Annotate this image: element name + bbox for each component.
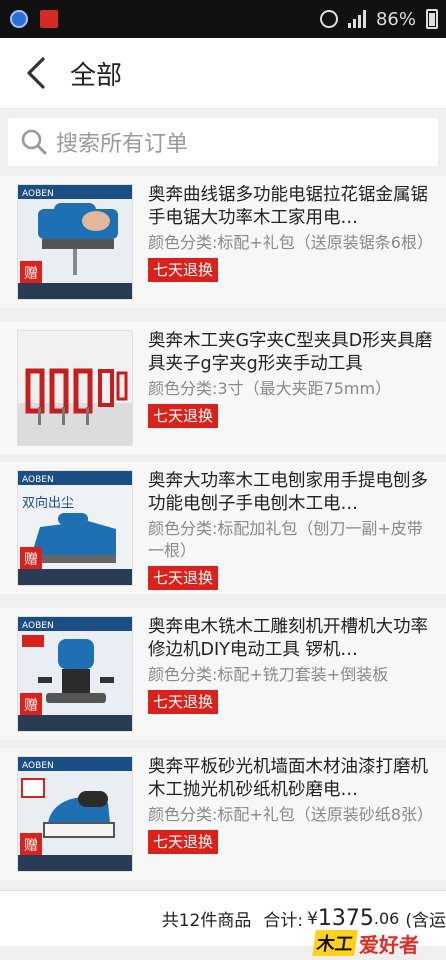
battery-icon	[426, 9, 438, 29]
item-title: 奥奔电木铣木工雕刻机开槽机大功率修边机DIY电动工具 锣机…	[148, 617, 428, 660]
order-item[interactable]: AOBEN 赠 奥奔曲线锯多功能电锯拉花锯金属锯手电锯大功率木工家用电… 颜色分…	[0, 176, 446, 308]
return-badge: 七天退换	[148, 258, 219, 282]
status-bar: 86%	[0, 0, 446, 38]
vpn-icon	[10, 10, 28, 28]
search-icon	[21, 129, 47, 155]
svg-text:赠: 赠	[24, 838, 38, 854]
alarm-icon	[319, 10, 338, 28]
search-placeholder: 搜索所有订单	[56, 132, 189, 157]
signal-icon	[347, 10, 366, 28]
item-spec: 颜色分类:标配+礼包（送原装砂纸8张）	[148, 805, 433, 824]
item-title: 奥奔曲线锯多功能电锯拉花锯金属锯手电锯大功率木工家用电…	[148, 185, 428, 228]
item-spec: 颜色分类:标配+礼包（送原装锯条6根）	[148, 233, 433, 252]
order-item[interactable]: AOBEN 赠 奥奔平板砂光机墙面木材油漆打磨机木工抛光机砂纸机砂磨电… 颜色分…	[0, 748, 446, 880]
watermark-logo: 木工 爱好者	[312, 926, 446, 960]
battery-percent: 86%	[375, 8, 416, 30]
gift-badge-text: 赠	[24, 266, 38, 282]
total-label: 合计:	[263, 911, 304, 931]
return-badge: 七天退换	[148, 566, 219, 590]
item-spec: 颜色分类:标配加礼包（刨刀一副+皮带一根）	[148, 519, 423, 560]
return-badge: 七天退换	[148, 404, 219, 428]
order-item[interactable]: AOBEN 双向出尘 赠 奥奔大功率木工电刨家用手提电刨多功能电刨子手电刨木工电…	[0, 462, 446, 594]
back-icon[interactable]	[14, 51, 58, 95]
product-image: AOBEN 赠	[17, 184, 133, 300]
search-input[interactable]: 搜索所有订单	[8, 118, 438, 166]
item-spec: 颜色分类:标配+铣刀套装+倒装板	[148, 665, 389, 684]
watermark-part2: 爱好者	[359, 932, 419, 957]
return-badge: 七天退换	[148, 690, 219, 714]
order-item[interactable]: AOBEN 赠 奥奔电木铣木工雕刻机开槽机大功率修边机DIY电动工具 锣机… 颜…	[0, 608, 446, 740]
product-image: AOBEN 双向出尘 赠	[17, 470, 133, 586]
product-image: AOBEN 赠	[17, 756, 133, 872]
order-item[interactable]: 奥奔木工夹G字夹C型夹具D形夹具磨具夹子g字夹g形夹手动工具 颜色分类:3寸（最…	[0, 322, 446, 454]
svg-text:赠: 赠	[24, 698, 38, 714]
item-title: 奥奔大功率木工电刨家用手提电刨多功能电刨子手电刨木工电…	[148, 471, 428, 514]
item-title: 奥奔木工夹G字夹C型夹具D形夹具磨具夹子g字夹g形夹手动工具	[148, 331, 433, 374]
item-count: 共12件商品	[161, 911, 252, 931]
banner-text: 双向出尘	[22, 495, 74, 511]
app-notification-icon	[40, 10, 58, 28]
header: 全部	[0, 38, 446, 108]
product-image	[17, 330, 133, 446]
watermark-part1: 木工	[312, 930, 358, 956]
page-title: 全部	[70, 60, 123, 91]
svg-text:AOBEN: AOBEN	[22, 475, 54, 485]
item-title: 奥奔平板砂光机墙面木材油漆打磨机木工抛光机砂纸机砂磨电…	[148, 757, 428, 800]
brand-logo-text: AOBEN	[22, 189, 54, 199]
return-badge: 七天退换	[148, 830, 219, 854]
svg-text:AOBEN: AOBEN	[22, 761, 54, 771]
product-image: AOBEN 赠	[17, 616, 133, 732]
svg-text:AOBEN: AOBEN	[22, 621, 54, 631]
item-spec: 颜色分类:3寸（最大夹距75mm）	[148, 379, 392, 398]
svg-text:赠: 赠	[24, 552, 38, 568]
